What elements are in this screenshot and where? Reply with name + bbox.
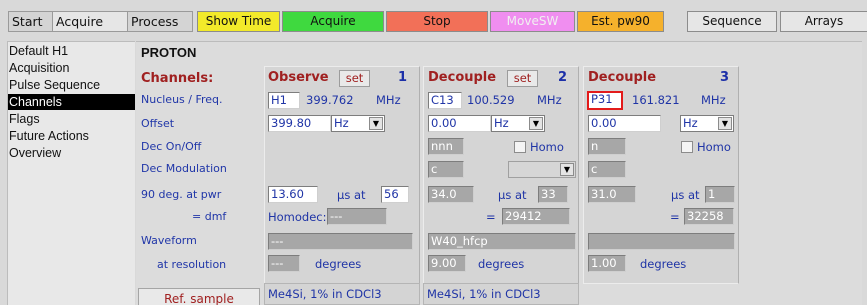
decouple2-us-at: µs at (498, 188, 527, 202)
decouple3-channel-number: 3 (720, 70, 730, 85)
decouple2-dec-onoff-field[interactable]: nnn (428, 138, 464, 155)
decouple3-frequency: 161.821 (632, 93, 680, 107)
observe-nucleus-field[interactable]: H1 (268, 92, 300, 109)
decouple3-channel-panel: Decouple 3 P31 161.821 MHz 0.00 Hz ▼ n H… (583, 66, 739, 284)
decouple2-nucleus-field[interactable]: C13 (428, 92, 462, 109)
resolution-label: at resolution (157, 258, 227, 271)
ref-sample-button[interactable]: Ref. sample (138, 288, 260, 305)
nucleus-freq-label: Nucleus / Freq. (141, 93, 223, 106)
top-toolbar: Start Acquire Process Show Time Acquire … (0, 0, 867, 36)
observe-freq-unit: MHz (376, 93, 401, 107)
decouple3-homo-checkbox[interactable] (681, 141, 693, 153)
acquire-button[interactable]: Acquire (282, 11, 384, 32)
chevron-down-icon: ▼ (560, 163, 574, 176)
est-pw90-button[interactable]: Est. pw90 (577, 11, 664, 32)
observe-channel-panel: Observe set 1 H1 399.762 MHz 399.80 Hz ▼… (264, 66, 420, 305)
chevron-down-icon: ▼ (369, 117, 383, 130)
tab-acquire[interactable]: Acquire (52, 11, 128, 32)
dec-onoff-label: Dec On/Off (141, 140, 202, 153)
observe-resolution-field[interactable]: --- (268, 255, 300, 272)
decouple3-waveform-field[interactable] (588, 233, 735, 250)
nav-item-future-actions[interactable]: Future Actions (8, 128, 135, 144)
observe-pwr-field[interactable]: 56 (381, 186, 409, 203)
channels-panel: PROTON Channels: Nucleus / Freq. Offset … (136, 41, 862, 305)
decouple3-homo-label: Homo (697, 140, 731, 154)
nav-item-acquisition[interactable]: Acquisition (8, 60, 135, 76)
observe-offset-unit-select[interactable]: Hz ▼ (331, 115, 385, 132)
nav-item-channels[interactable]: Channels (8, 94, 135, 110)
chevron-down-icon: ▼ (529, 117, 543, 130)
homodec-label: Homodec: (268, 210, 327, 224)
decouple2-waveform-field[interactable]: W40_hfcp (428, 233, 576, 250)
observe-set-button[interactable]: set (339, 70, 370, 87)
decouple3-offset-unit-select[interactable]: Hz ▼ (680, 115, 734, 132)
decouple2-pw90-field[interactable]: 34.0 (428, 186, 474, 203)
decouple3-equals: = (670, 210, 680, 224)
decouple2-equals: = (486, 210, 496, 224)
offset-label: Offset (141, 117, 175, 130)
decouple3-offset-field[interactable]: 0.00 (588, 115, 661, 132)
decouple3-us-at: µs at (671, 188, 700, 202)
nav-item-overview[interactable]: Overview (8, 145, 135, 161)
dec-modulation-label: Dec Modulation (141, 162, 227, 175)
decouple2-offset-field[interactable]: 0.00 (428, 115, 491, 132)
decouple2-degrees: degrees (478, 257, 525, 271)
decouple3-pwr-field[interactable]: 1 (705, 186, 735, 203)
movesw-button[interactable]: MoveSW (490, 11, 575, 32)
tab-start[interactable]: Start (8, 11, 53, 32)
observe-channel-number: 1 (398, 70, 408, 85)
arrays-button[interactable]: Arrays (780, 11, 867, 32)
decouple2-set-button[interactable]: set (507, 70, 538, 87)
decouple3-title: Decouple (588, 70, 657, 85)
waveform-label: Waveform (141, 234, 197, 247)
decouple2-dmf-field[interactable]: 29412 (502, 208, 570, 225)
decouple2-title: Decouple (428, 70, 497, 85)
decouple3-dec-mod-field[interactable]: c (588, 161, 626, 178)
decouple2-solvent: Me4Si, 1% in CDCl3 (423, 283, 579, 305)
decouple2-homo-checkbox[interactable] (514, 141, 526, 153)
page-title: PROTON (141, 45, 197, 60)
parameter-page-nav: Default H1 Acquisition Pulse Sequence Ch… (7, 41, 135, 305)
tab-process[interactable]: Process (127, 11, 193, 32)
observe-solvent: Me4Si, 1% in CDCl3 (264, 283, 420, 305)
nav-item-default-h1[interactable]: Default H1 (8, 43, 135, 59)
decouple3-resolution-field[interactable]: 1.00 (588, 255, 626, 272)
decouple3-dmf-field[interactable]: 32258 (684, 208, 734, 225)
pw90-pwr-label: 90 deg. at pwr (141, 188, 222, 201)
decouple3-degrees: degrees (640, 257, 687, 271)
observe-degrees: degrees (315, 257, 362, 271)
observe-offset-field[interactable]: 399.80 (268, 115, 331, 132)
decouple2-channel-panel: Decouple set 2 C13 100.529 MHz 0.00 Hz ▼… (423, 66, 579, 305)
observe-frequency: 399.762 (306, 93, 354, 107)
stop-button[interactable]: Stop (386, 11, 488, 32)
decouple2-resolution-field[interactable]: 9.00 (428, 255, 466, 272)
observe-waveform-field[interactable]: --- (268, 233, 413, 250)
decouple2-offset-unit-select[interactable]: Hz ▼ (491, 115, 545, 132)
channels-label: Channels: (141, 71, 214, 86)
observe-us-at: µs at (337, 188, 366, 202)
observe-title: Observe (268, 70, 329, 85)
decouple2-pwr-field[interactable]: 33 (538, 186, 568, 203)
decouple2-homo-label: Homo (530, 140, 564, 154)
dmf-label: = dmf (192, 210, 227, 223)
nav-item-flags[interactable]: Flags (8, 111, 135, 127)
decouple3-freq-unit: MHz (701, 93, 726, 107)
decouple2-freq-unit: MHz (537, 93, 562, 107)
homodec-field[interactable]: --- (327, 208, 387, 225)
nav-item-pulse-sequence[interactable]: Pulse Sequence (8, 77, 135, 93)
observe-offset-unit-value: Hz (334, 116, 349, 130)
chevron-down-icon: ▼ (718, 117, 732, 130)
show-time-button[interactable]: Show Time (197, 11, 280, 32)
sequence-button[interactable]: Sequence (687, 11, 777, 32)
decouple2-frequency: 100.529 (467, 93, 515, 107)
decouple3-offset-unit-value: Hz (683, 116, 698, 130)
decouple3-pw90-field[interactable]: 31.0 (588, 186, 636, 203)
decouple2-dec-mod-select[interactable]: ▼ (508, 161, 576, 178)
observe-pw90-field[interactable]: 13.60 (268, 186, 318, 203)
decouple3-dec-onoff-field[interactable]: n (588, 138, 626, 155)
decouple2-offset-unit-value: Hz (494, 116, 509, 130)
decouple3-nucleus-field[interactable]: P31 (587, 91, 623, 110)
decouple2-dec-mod-field[interactable]: c (428, 161, 464, 178)
decouple2-channel-number: 2 (558, 70, 568, 85)
